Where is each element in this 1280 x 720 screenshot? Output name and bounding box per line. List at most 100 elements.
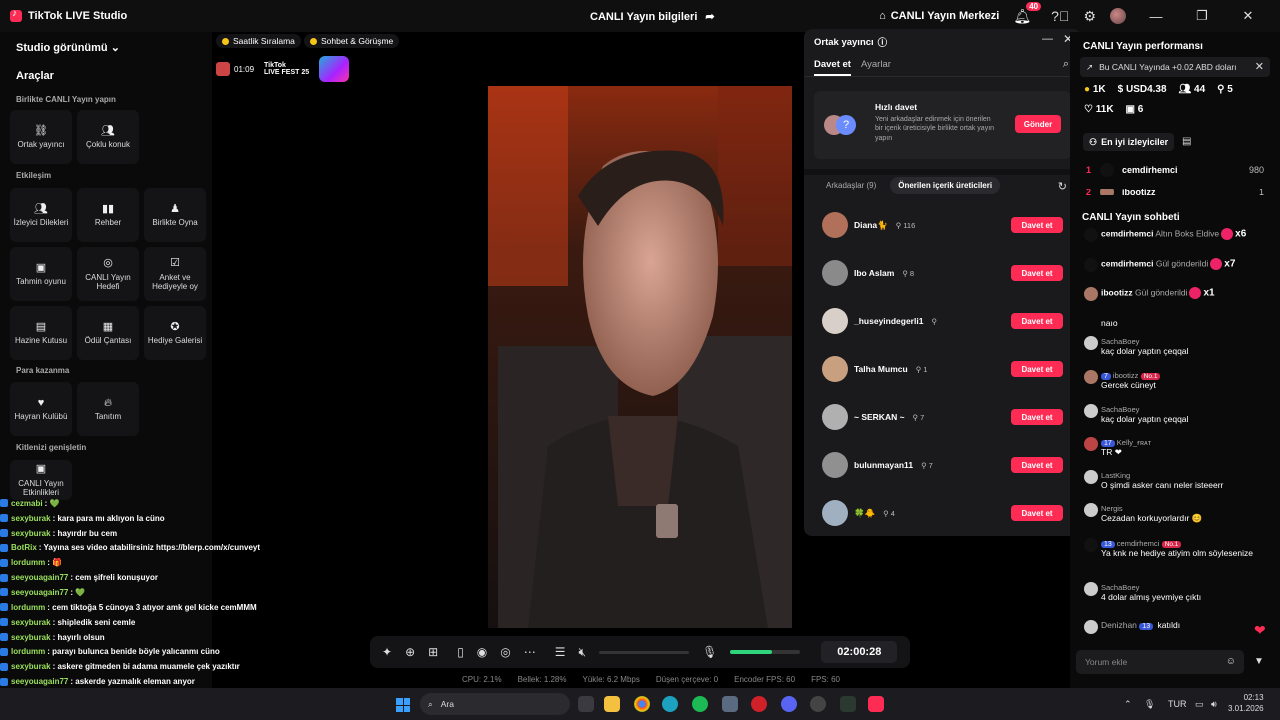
tab-friends[interactable]: Arkadaşlar (9) [818,177,884,194]
invite-button[interactable]: Davet et [1011,313,1063,329]
record-icon[interactable]: ◉ [477,645,487,659]
avatar[interactable] [1084,470,1098,484]
invite-button[interactable]: Davet et [1011,217,1063,233]
more-options-icon[interactable]: ⋯ [524,645,536,659]
tool-viewer-wishes[interactable]: 👥︎ İzleyici Dilekleri [10,188,72,242]
edge-icon[interactable] [662,696,678,712]
app-icon[interactable] [840,696,856,712]
tiktok-studio-icon[interactable] [868,696,884,712]
effects-icon[interactable]: ◎ [500,645,510,659]
volume-icon[interactable]: 🔊︎ [1211,699,1217,710]
avatar[interactable] [1084,620,1098,634]
tool-gift-gallery[interactable]: ✪ Hediye Galerisi [144,306,206,360]
comment-input[interactable]: Yorum ekle ☺ [1076,650,1244,674]
avatar[interactable] [1084,503,1098,517]
tool-live-events[interactable]: ▣ CANLI Yayın Etkinlikleri [10,460,72,500]
network-icon[interactable]: ▭ [1195,699,1204,710]
tool-guide[interactable]: ▮▮ Rehber [77,188,139,242]
tool-play-together[interactable]: ♟ Birlikte Oyna [144,188,206,242]
close-window-icon[interactable]: ✕ [1232,8,1264,24]
mixer-sliders-icon[interactable]: ☰ [555,645,566,659]
tool-guess-game[interactable]: ▣ Tahmin oyunu [10,247,72,301]
top-viewer-row[interactable]: 1 cemdirhemci 980 [1086,163,1264,177]
chat-meet-chip[interactable]: Sohbet & Görüşme [304,34,400,48]
fest-badge-icon[interactable] [319,56,350,82]
mic-level-slider[interactable] [730,650,801,654]
live-info-button[interactable]: CANLI Yayın bilgileri ➦ [590,10,715,24]
tool-promote[interactable]: 🔥︎ Tanıtım [77,382,139,436]
avatar[interactable] [822,452,848,478]
tab-suggested-creators[interactable]: Önerilen içerik üreticileri [890,177,1001,194]
heart-icon[interactable]: ❤ [1254,622,1266,639]
avatar[interactable] [1084,404,1098,418]
avatar[interactable] [822,500,848,526]
avatar[interactable] [1084,228,1098,242]
taskbar-search[interactable]: ⌕ Ara [420,693,570,715]
tool-multi-guest[interactable]: 👥︎ Çoklu konuk [77,110,139,164]
invite-button[interactable]: Davet et [1011,409,1063,425]
avatar[interactable] [1084,370,1098,384]
avatar[interactable] [1084,437,1098,451]
file-explorer-icon[interactable] [604,696,620,712]
avatar[interactable] [822,212,848,238]
discord-icon[interactable] [781,696,797,712]
settings-gear-icon[interactable]: ⚙ [1083,8,1096,25]
minimize-panel-icon[interactable]: — [1042,33,1053,45]
avatar[interactable] [1084,258,1098,272]
app-icon[interactable] [810,696,826,712]
opera-icon[interactable] [751,696,767,712]
invite-button[interactable]: Davet et [1011,457,1063,473]
tab-settings[interactable]: Ayarlar [861,59,891,76]
speaker-muted-icon[interactable]: 🔇︎ [579,645,587,660]
tab-invite[interactable]: Davet et [814,59,851,76]
phone-view-icon[interactable]: ▯ [457,645,464,659]
studio-view-dropdown[interactable]: Studio görünümü ⌄ [16,41,120,54]
maximize-window-icon[interactable]: ❐ [1186,8,1218,24]
spotify-icon[interactable] [692,696,708,712]
tool-reward-bag[interactable]: ▦ Ödül Çantası [77,306,139,360]
layout-icon[interactable]: ⊞ [428,645,438,659]
refresh-icon[interactable]: ↻ [1058,180,1067,193]
language-indicator[interactable]: TUR [1168,699,1187,709]
filter-icon[interactable]: ▼ [1254,656,1264,667]
avatar[interactable] [822,260,848,286]
minimize-window-icon[interactable]: — [1140,9,1172,24]
help-icon[interactable]: ?⃝ [1051,8,1069,24]
profile-avatar[interactable] [1110,8,1126,24]
tool-cohost[interactable]: ⛓ Ortak yayıncı [10,110,72,164]
steam-icon[interactable] [722,696,738,712]
emoji-icon[interactable]: ☺ [1226,656,1236,667]
hourly-ranking-chip[interactable]: Saatlik Sıralama [216,34,301,48]
tray-mic-icon[interactable]: 🎙︎ [1144,699,1155,710]
chrome-icon[interactable] [634,696,650,712]
avatar[interactable] [822,356,848,382]
avatar[interactable] [1084,287,1098,301]
microphone-icon[interactable]: 🎙︎ [702,645,717,659]
tray-chevron-up-icon[interactable]: ⌃ [1124,699,1132,710]
live-center-button[interactable]: ⌂ CANLI Yayın Merkezi [879,10,999,22]
notifications-bell-icon[interactable]: 🔔︎ 40 [1013,1,1042,25]
top-viewers-button[interactable]: ⚇ En iyi izleyiciler [1083,133,1175,151]
top-viewer-row[interactable]: 2 ibootizz 1 [1086,189,1264,195]
invite-button[interactable]: Davet et [1011,505,1063,521]
windows-start-icon[interactable] [396,698,410,712]
invite-button[interactable]: Davet et [1011,361,1063,377]
add-source-icon[interactable]: ⊕ [405,645,415,659]
tool-treasure-box[interactable]: ▤ Hazine Kutusu [10,306,72,360]
volume-slider[interactable] [599,650,690,654]
task-view-icon[interactable] [578,696,594,712]
tool-fan-club[interactable]: ♥ Hayran Kulübü [10,382,72,436]
avatar[interactable] [822,404,848,430]
tool-live-goal[interactable]: ◎ CANLI Yayın Hedefi [77,247,139,301]
search-icon[interactable]: ⌕ [1063,58,1069,71]
tool-poll[interactable]: ☑ Anket ve Hediyeyle oy [144,247,206,301]
list-icon[interactable]: ▤ [1182,136,1191,147]
avatar[interactable] [1084,538,1098,552]
magic-wand-icon[interactable]: ✦ [382,645,392,659]
close-banner-icon[interactable]: ✕ [1255,60,1264,73]
avatar[interactable] [822,308,848,334]
info-icon[interactable]: ⓘ [878,35,888,49]
live-fest-logo[interactable]: TikTok LIVE FEST 25 [264,62,309,76]
invite-button[interactable]: Davet et [1011,265,1063,281]
send-button[interactable]: Gönder [1015,115,1061,133]
